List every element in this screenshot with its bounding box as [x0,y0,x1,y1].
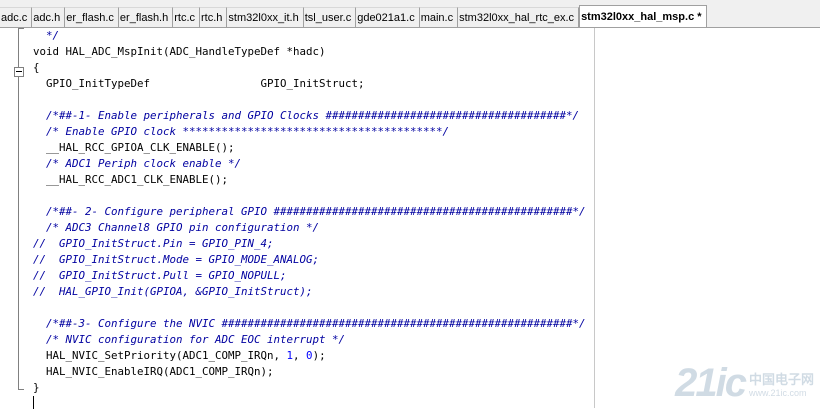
code-line: /* Enable GPIO clock *******************… [33,124,586,140]
code-token: /* ADC3 Channel8 GPIO pin configuration … [33,221,320,234]
code-token: HAL_NVIC_EnableIRQ(ADC1_COMP_IRQn); [33,365,274,378]
code-text[interactable]: */ void HAL_ADC_MspInit(ADC_HandleTypeDef… [33,28,586,396]
code-line: /* ADC1 Periph clock enable */ [33,156,586,172]
fold-collapse-icon[interactable] [14,67,24,77]
tab-7[interactable]: tsl_user.c [303,7,357,27]
code-line: // GPIO_InitStruct.Pin = GPIO_PIN_4; [33,236,586,252]
code-token: , [293,349,307,362]
tab-5[interactable]: rtc.h [200,7,228,27]
tab-10[interactable]: stm32l0xx_hal_rtc_ex.c [458,7,580,27]
code-token: /*##-3- Configure the NVIC #############… [33,317,586,330]
code-line: void HAL_ADC_MspInit(ADC_HandleTypeDef *… [33,44,586,60]
code-line: // GPIO_InitStruct.Pull = GPIO_NOPULL; [33,268,586,284]
right-margin-guide [594,28,595,408]
code-editor[interactable]: */ void HAL_ADC_MspInit(ADC_HandleTypeDef… [0,28,820,409]
code-token: ); [312,349,326,362]
text-cursor [33,396,34,409]
code-line: /* NVIC configuration for ADC EOC interr… [33,332,586,348]
code-line: GPIO_InitTypeDef GPIO_InitStruct; [33,76,586,92]
tab-11[interactable]: stm32l0xx_hal_msp.c * [579,5,707,27]
code-line: HAL_NVIC_SetPriority(ADC1_COMP_IRQn, 1, … [33,348,586,364]
code-token: // GPIO_InitStruct.Pin = GPIO_PIN_4; [33,237,274,250]
code-token: // GPIO_InitStruct.Pull = GPIO_NOPULL; [33,269,287,282]
code-token: __HAL_RCC_ADC1_CLK_ENABLE(); [33,173,229,186]
watermark-title: 中国电子网 [748,372,814,387]
code-line: /* ADC3 Channel8 GPIO pin configuration … [33,220,586,236]
editor-tab-bar: adc.c adc.h er_flash.c er_flash.h rtc.c rtc.h… [0,0,820,28]
fold-end-marker [18,389,24,390]
code-line: HAL_NVIC_EnableIRQ(ADC1_COMP_IRQn); [33,364,586,380]
tab-6[interactable]: stm32l0xx_it.h [227,7,304,27]
tab-1[interactable]: adc.h [32,7,66,27]
watermark: 21ic 中国电子网 www.21ic.com [675,361,814,406]
tab-4[interactable]: rtc.c [173,7,201,27]
tab-8[interactable]: gde021a1.c [356,7,420,27]
code-line: // GPIO_InitStruct.Mode = GPIO_MODE_ANAL… [33,252,586,268]
code-token: // HAL_GPIO_Init(GPIOA, &GPIO_InitStruct… [33,285,313,298]
code-token: // GPIO_InitStruct.Mode = GPIO_MODE_ANAL… [33,253,320,266]
code-line: // HAL_GPIO_Init(GPIOA, &GPIO_InitStruct… [33,284,586,300]
code-line: __HAL_RCC_GPIOA_CLK_ENABLE(); [33,140,586,156]
code-token: /*##-1- Enable peripherals and GPIO Cloc… [33,109,580,122]
watermark-url: www.21ic.com [748,388,807,398]
code-token: /* Enable GPIO clock *******************… [33,125,450,138]
code-token: { [33,61,40,74]
code-token: void HAL_ADC_MspInit(ADC_HandleTypeDef *… [33,45,326,58]
tab-9[interactable]: main.c [419,7,459,27]
code-token: HAL_NVIC_SetPriority(ADC1_COMP_IRQn, [33,349,287,362]
watermark-text: 中国电子网 www.21ic.com [749,369,814,398]
code-line: { [33,60,586,76]
tab-2[interactable]: er_flash.c [65,7,119,27]
code-token: /*##- 2- Configure peripheral GPIO #####… [33,205,586,218]
watermark-logo: 21ic [675,361,747,405]
code-token: } [33,381,40,394]
code-token: GPIO_InitTypeDef GPIO_InitStruct; [33,77,365,90]
code-token: __HAL_RCC_GPIOA_CLK_ENABLE(); [33,141,235,154]
code-line: /*##-1- Enable peripherals and GPIO Cloc… [33,108,586,124]
code-token: /* ADC1 Periph clock enable */ [33,157,242,170]
fold-line [18,28,19,390]
code-line: /*##- 2- Configure peripheral GPIO #####… [33,204,586,220]
code-token: */ [33,29,60,42]
tab-3[interactable]: er_flash.h [118,7,174,27]
code-line: */ [33,28,586,44]
code-line: __HAL_RCC_ADC1_CLK_ENABLE(); [33,172,586,188]
code-line: } [33,380,586,396]
code-line: /*##-3- Configure the NVIC #############… [33,316,586,332]
tab-0[interactable]: adc.c [0,7,33,27]
code-token: /* NVIC configuration for ADC EOC interr… [33,333,346,346]
fold-gutter [0,28,30,408]
